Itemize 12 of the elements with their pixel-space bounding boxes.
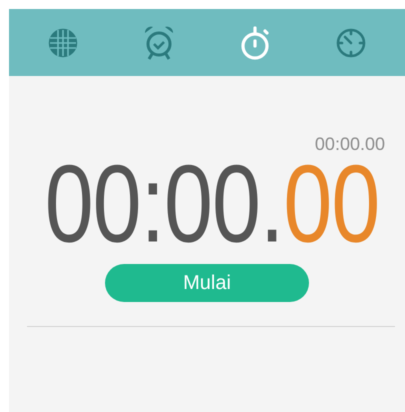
elapsed-hundredths: 00 xyxy=(283,154,380,264)
elapsed-time: 00:00. xyxy=(44,154,284,264)
stopwatch-tab[interactable] xyxy=(239,24,271,62)
alarm-tab[interactable] xyxy=(143,24,175,60)
stopwatch-icon xyxy=(239,24,271,62)
globe-icon xyxy=(47,26,79,58)
alarm-clock-icon xyxy=(143,24,175,60)
world-tab[interactable] xyxy=(47,26,79,58)
lap-time: 00:00.00 xyxy=(314,134,385,154)
timer-icon xyxy=(335,26,367,58)
start-button[interactable]: Mulai xyxy=(105,264,309,302)
timer-tab[interactable] xyxy=(335,26,367,58)
